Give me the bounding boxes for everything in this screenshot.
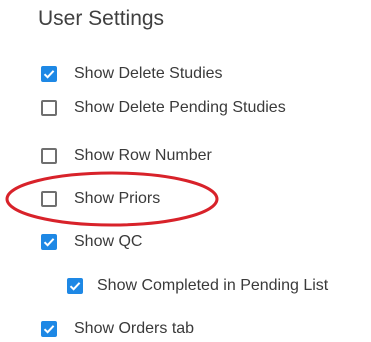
checkmark-icon <box>43 238 55 247</box>
setting-show-delete-studies[interactable]: Show Delete Studies <box>41 61 223 87</box>
checkmark-icon <box>43 325 55 334</box>
setting-label: Show QC <box>74 233 143 250</box>
setting-label: Show Completed in Pending List <box>97 277 329 294</box>
setting-show-priors[interactable]: Show Priors <box>41 186 160 212</box>
checkbox-show-delete-studies[interactable] <box>41 66 57 82</box>
checkbox-show-row-number[interactable] <box>41 148 57 164</box>
setting-label: Show Delete Pending Studies <box>74 99 286 116</box>
setting-show-qc[interactable]: Show QC <box>41 229 142 255</box>
checkmark-icon <box>43 70 55 79</box>
checkbox-show-completed-in-pending-list[interactable] <box>67 278 83 294</box>
checkbox-show-priors[interactable] <box>41 191 57 207</box>
setting-label: Show Priors <box>74 190 161 207</box>
setting-label: Show Orders tab <box>74 320 195 337</box>
checkbox-show-delete-pending-studies[interactable] <box>41 100 57 116</box>
setting-show-row-number[interactable]: Show Row Number <box>41 143 212 169</box>
page-title: User Settings <box>38 7 165 30</box>
setting-label: Show Delete Studies <box>74 65 223 82</box>
checkbox-show-orders-tab[interactable] <box>41 321 57 337</box>
setting-show-orders-tab[interactable]: Show Orders tab <box>41 316 194 342</box>
setting-show-delete-pending-studies[interactable]: Show Delete Pending Studies <box>41 95 286 121</box>
checkbox-show-qc[interactable] <box>41 234 57 250</box>
setting-label: Show Row Number <box>74 147 212 164</box>
checkmark-icon <box>69 282 81 291</box>
setting-show-completed-in-pending-list[interactable]: Show Completed in Pending List <box>67 273 328 299</box>
